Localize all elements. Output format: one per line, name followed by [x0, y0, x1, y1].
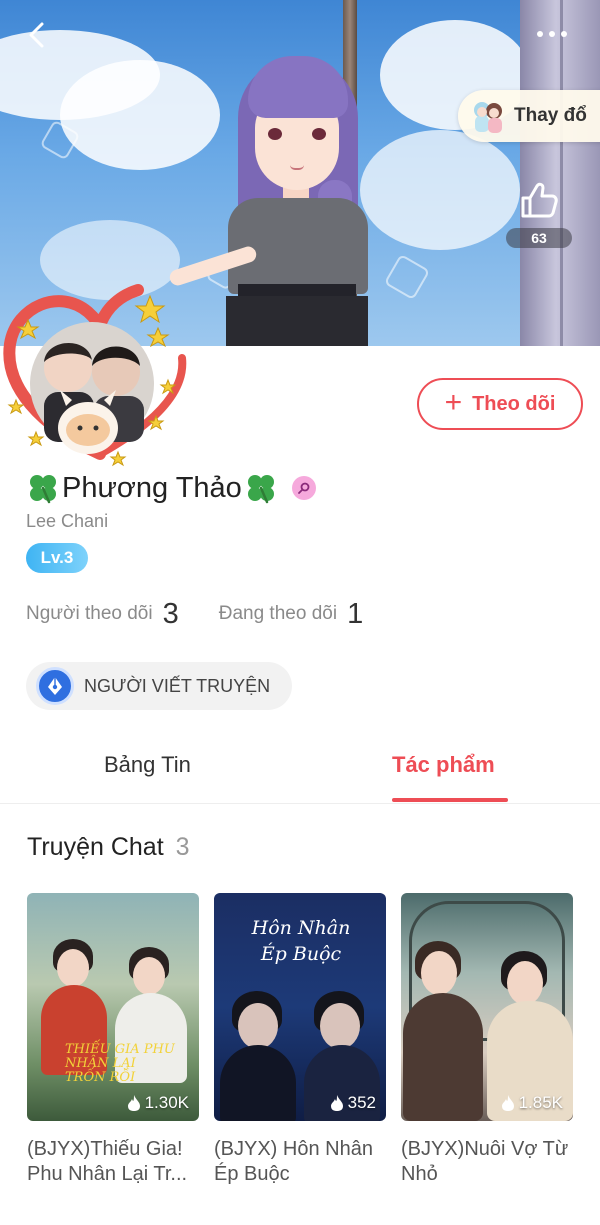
follow-button[interactable]: + Theo dõi — [417, 378, 583, 430]
cover-figure — [57, 949, 89, 987]
cover-figure — [403, 993, 483, 1121]
story-cover[interactable]: 1.85K — [401, 893, 573, 1121]
change-background-button[interactable]: Thay đổ — [458, 90, 600, 142]
section-count: 3 — [175, 833, 190, 861]
banner-hexagon — [383, 253, 431, 301]
more-dot — [561, 31, 567, 37]
story-cover[interactable]: THIẾU GIA PHU NHÂN LẠI TRỐN RỒI 1.30K — [27, 893, 199, 1121]
more-dot — [549, 31, 555, 37]
character-eye — [268, 128, 282, 140]
more-options-button[interactable] — [530, 22, 574, 46]
following-count[interactable]: 1 — [347, 598, 363, 631]
avatar[interactable] — [0, 276, 200, 470]
cover-title-text: THIẾU GIA PHU NHÂN LẠI TRỐN RỒI — [65, 1042, 175, 1085]
story-title[interactable]: (BJYX) Hôn Nhân Ép Buộc — [214, 1137, 386, 1189]
flame-icon — [330, 1095, 343, 1111]
display-name-row: Phương Thảo — [26, 470, 316, 506]
change-background-label: Thay đổ — [514, 105, 587, 126]
plus-icon: + — [444, 385, 463, 419]
cover-figure — [507, 961, 543, 1005]
character-skirt — [226, 296, 368, 346]
avatar-heart-frame-icon — [3, 284, 187, 467]
banner-pillar-line — [560, 0, 563, 346]
story-title[interactable]: (BJYX)Nuôi Vợ Từ Nhỏ — [401, 1137, 573, 1189]
story-card[interactable]: 1.85K (BJYX)Nuôi Vợ Từ Nhỏ — [401, 893, 573, 1189]
character-bangs — [248, 56, 348, 118]
cover-figure — [238, 1003, 278, 1049]
back-button[interactable] — [22, 18, 54, 52]
followers-label[interactable]: Người theo dõi — [26, 603, 153, 625]
tab-feed[interactable]: Bảng Tin — [104, 752, 191, 778]
view-count: 352 — [330, 1093, 376, 1113]
tab-works[interactable]: Tác phẩm — [392, 752, 495, 778]
view-count: 1.85K — [501, 1093, 563, 1113]
like-count: 63 — [506, 228, 572, 248]
following-label[interactable]: Đang theo dõi — [219, 603, 337, 625]
cover-figure — [133, 957, 165, 995]
flame-icon — [127, 1095, 140, 1111]
couple-avatar-icon — [472, 98, 504, 134]
follow-stats: Người theo dõi 3 Đang theo dõi 1 — [26, 596, 403, 632]
cover-title-text: Hôn Nhân Ép Buộc — [251, 917, 351, 965]
cover-figure — [421, 951, 457, 995]
female-icon — [291, 476, 316, 500]
thumbs-up-icon — [521, 182, 558, 218]
story-card[interactable]: THIẾU GIA PHU NHÂN LẠI TRỐN RỒI 1.30K (B… — [27, 893, 199, 1189]
chevron-left-icon — [29, 22, 44, 48]
follow-button-label: Theo dõi — [472, 392, 556, 415]
followers-count[interactable]: 3 — [163, 598, 179, 631]
username: Lee Chani — [26, 511, 109, 531]
profile-tabs: Bảng Tin Tác phẩm — [0, 744, 600, 804]
level-badge: Lv.3 — [26, 543, 88, 573]
view-count-value: 1.30K — [144, 1093, 189, 1112]
section-title: Truyện Chat 3 — [27, 833, 190, 862]
character-eye — [312, 128, 326, 140]
banner-cloud — [60, 60, 220, 170]
display-name: Phương Thảo — [62, 471, 242, 504]
view-count-value: 352 — [347, 1093, 376, 1112]
writer-badge[interactable]: NGƯỜI VIẾT TRUYỆN — [26, 662, 292, 710]
like-button[interactable]: 63 — [506, 176, 572, 248]
cover-figure — [220, 1045, 296, 1121]
section-title-label: Truyện Chat — [27, 833, 164, 861]
writer-badge-label: NGƯỜI VIẾT TRUYỆN — [84, 675, 271, 696]
cover-figure — [320, 1003, 360, 1049]
flame-icon — [501, 1095, 514, 1111]
story-card[interactable]: Hôn Nhân Ép Buộc 352 (BJYX) Hôn Nhân Ép … — [214, 893, 386, 1189]
active-tab-indicator — [392, 798, 508, 802]
pen-nib-icon — [36, 667, 74, 705]
more-dots-icon — [537, 31, 543, 37]
view-count: 1.30K — [127, 1093, 189, 1113]
banner-cloud — [360, 130, 520, 250]
story-cover[interactable]: Hôn Nhân Ép Buộc 352 — [214, 893, 386, 1121]
four-leaf-clover-icon — [247, 475, 274, 504]
view-count-value: 1.85K — [518, 1093, 563, 1112]
story-title[interactable]: (BJYX)Thiếu Gia! Phu Nhân Lại Tr... — [27, 1137, 199, 1189]
four-leaf-clover-icon — [30, 475, 56, 504]
